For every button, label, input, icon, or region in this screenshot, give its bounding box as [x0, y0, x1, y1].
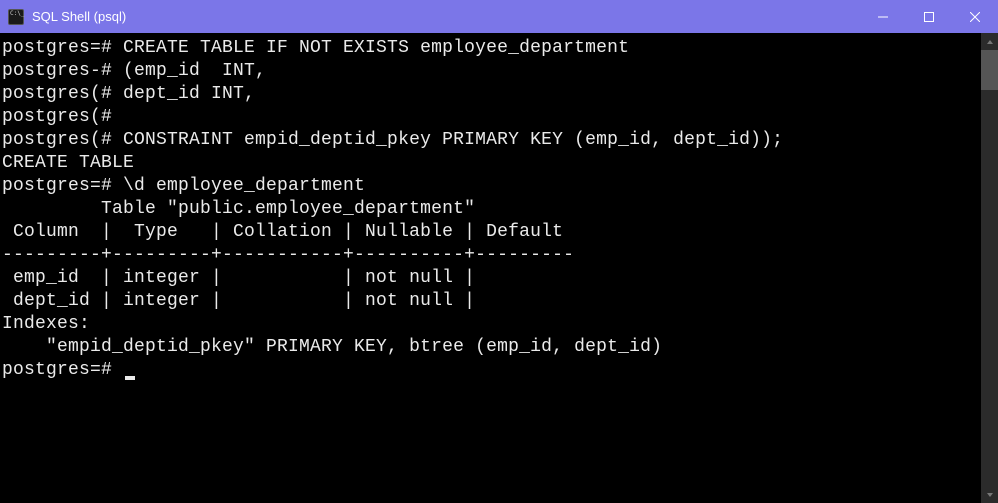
terminal-output[interactable]: postgres=# CREATE TABLE IF NOT EXISTS em…	[0, 33, 981, 503]
terminal-container: postgres=# CREATE TABLE IF NOT EXISTS em…	[0, 33, 998, 503]
vertical-scrollbar[interactable]	[981, 33, 998, 503]
terminal-line: Table "public.employee_department"	[2, 198, 981, 221]
terminal-line: postgres(# CONSTRAINT empid_deptid_pkey …	[2, 129, 981, 152]
cursor	[125, 376, 135, 380]
terminal-line: postgres(# dept_id INT,	[2, 83, 981, 106]
maximize-button[interactable]	[906, 0, 952, 33]
terminal-line: Indexes:	[2, 313, 981, 336]
terminal-line: "empid_deptid_pkey" PRIMARY KEY, btree (…	[2, 336, 981, 359]
terminal-line: Column | Type | Collation | Nullable | D…	[2, 221, 981, 244]
terminal-line: emp_id | integer | | not null |	[2, 267, 981, 290]
scroll-down-arrow-icon[interactable]	[981, 486, 998, 503]
terminal-line: dept_id | integer | | not null |	[2, 290, 981, 313]
terminal-line: CREATE TABLE	[2, 152, 981, 175]
scroll-thumb[interactable]	[981, 50, 998, 90]
window-controls	[860, 0, 998, 33]
minimize-button[interactable]	[860, 0, 906, 33]
close-button[interactable]	[952, 0, 998, 33]
terminal-line: postgres=# \d employee_department	[2, 175, 981, 198]
terminal-line: postgres-# (emp_id INT,	[2, 60, 981, 83]
terminal-line: ---------+---------+-----------+--------…	[2, 244, 981, 267]
terminal-line: postgres=# CREATE TABLE IF NOT EXISTS em…	[2, 37, 981, 60]
app-icon	[8, 9, 24, 25]
scroll-up-arrow-icon[interactable]	[981, 33, 998, 50]
terminal-line: postgres=#	[2, 359, 981, 382]
terminal-line: postgres(#	[2, 106, 981, 129]
window-titlebar: SQL Shell (psql)	[0, 0, 998, 33]
window-title: SQL Shell (psql)	[32, 9, 860, 24]
